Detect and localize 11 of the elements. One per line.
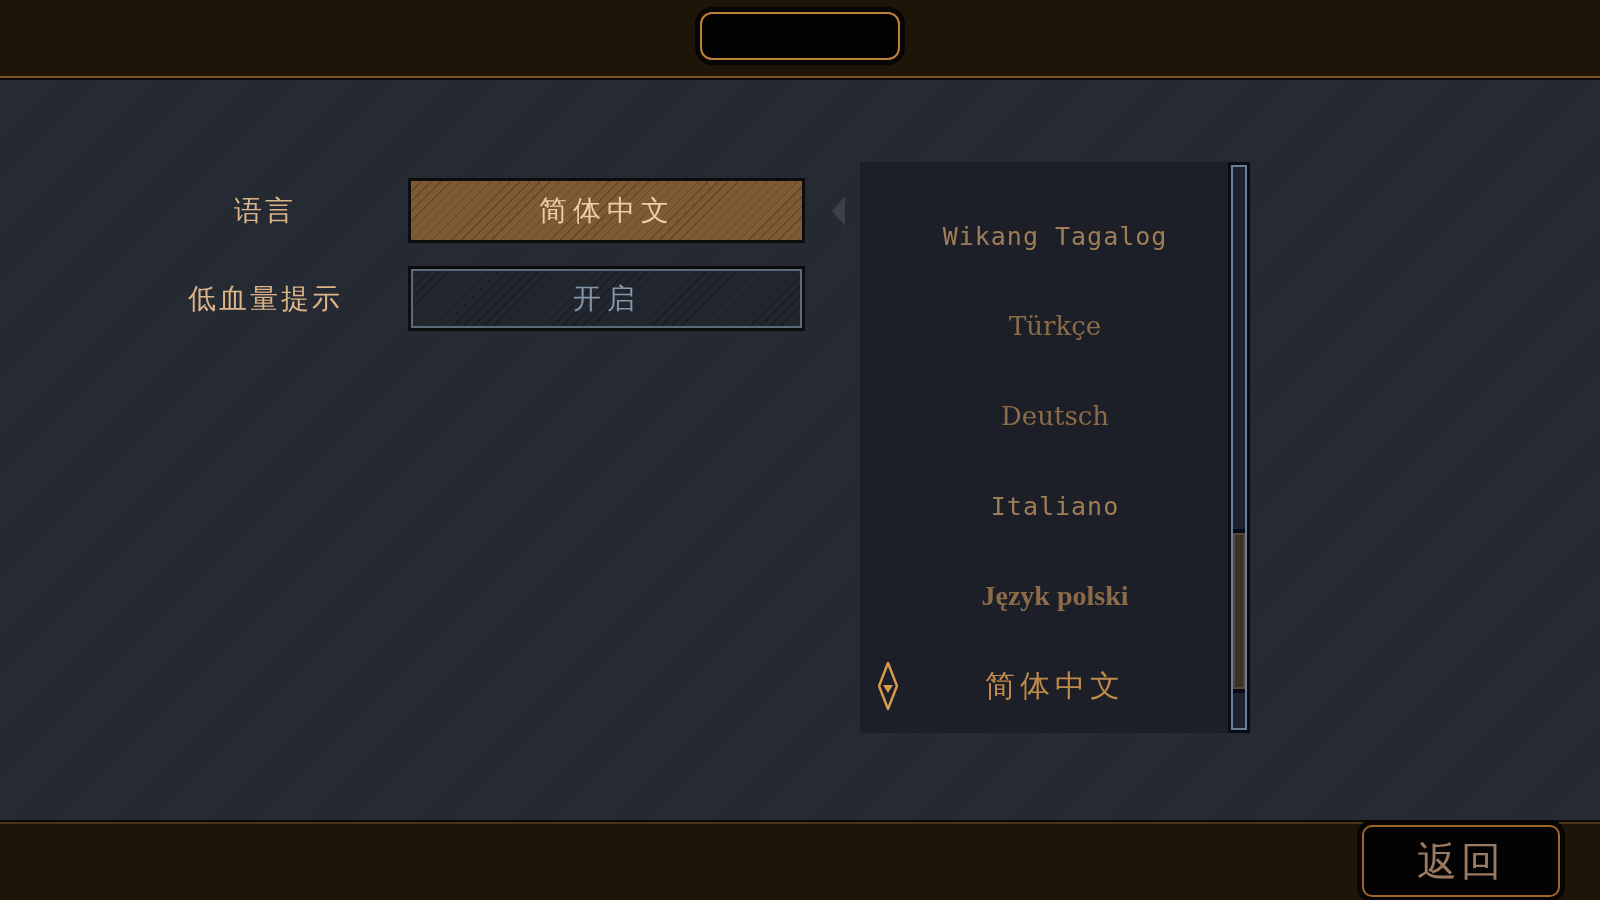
language-option[interactable]: Italiano [990, 491, 1120, 521]
language-option[interactable]: Wikang Tagalog [942, 221, 1168, 251]
setting-dropdown[interactable]: 简体中文 [408, 178, 805, 243]
language-option[interactable]: Deutsch [1000, 401, 1110, 431]
language-option[interactable]: 简体中文 [985, 665, 1125, 707]
setting-dropdown[interactable]: 开启 [408, 266, 805, 331]
scrollbar-track[interactable] [1228, 162, 1250, 733]
language-option[interactable]: Türkçe [1008, 311, 1102, 341]
language-option[interactable]: Język polski [981, 580, 1129, 612]
setting-label: 低血量提示 [186, 280, 344, 317]
setting-label: 语言 [233, 192, 297, 229]
